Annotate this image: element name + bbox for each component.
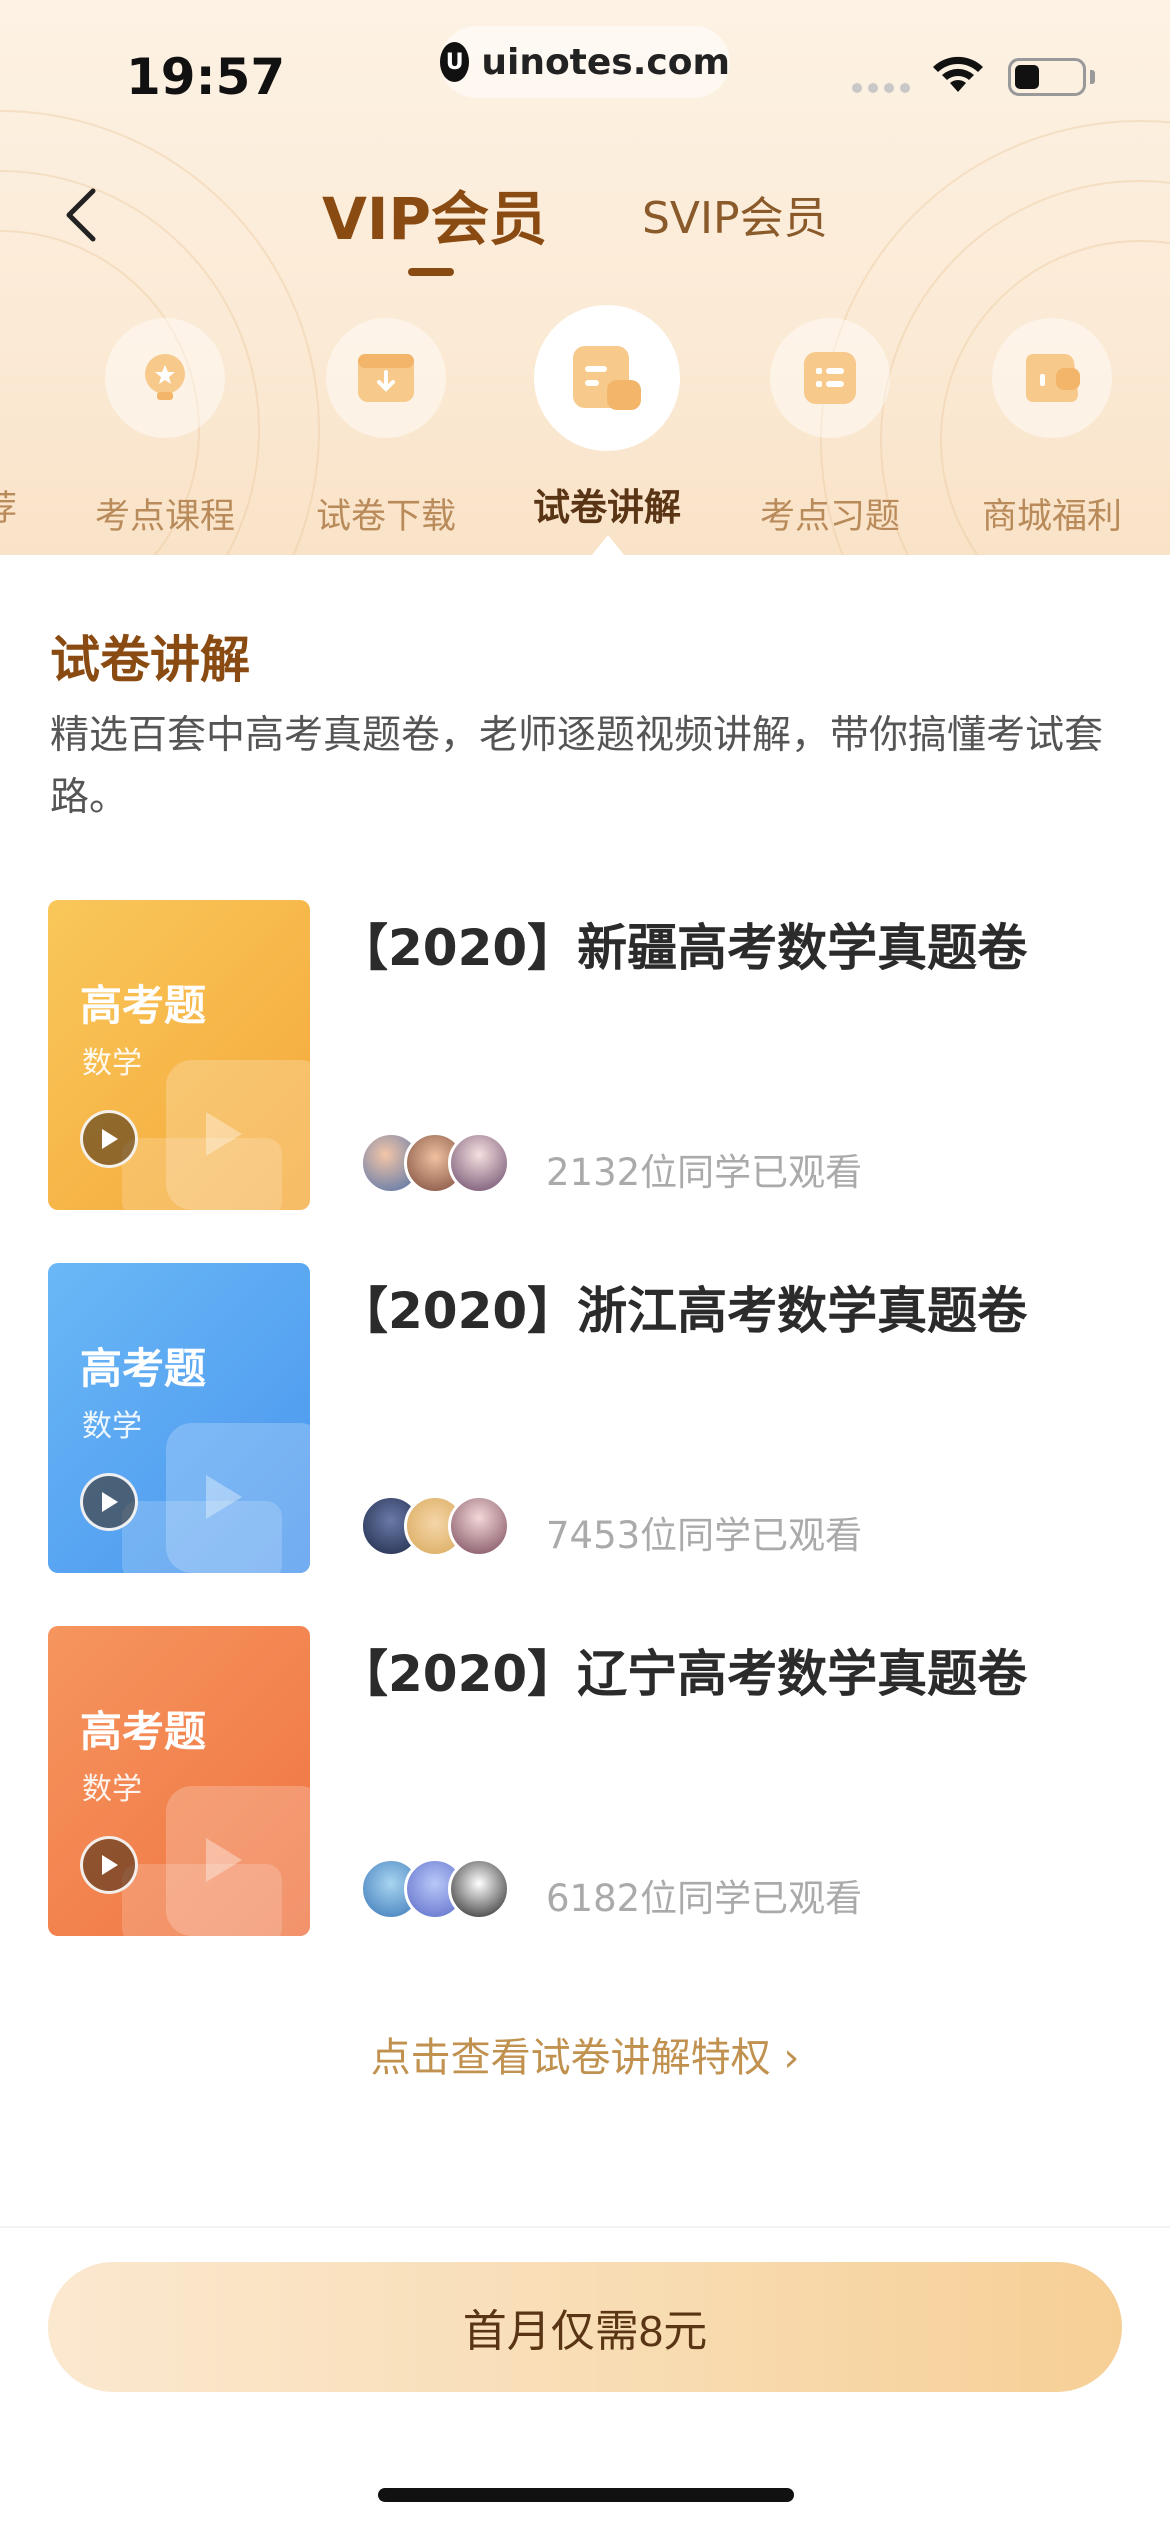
thumbnail-title: 高考题 <box>80 981 207 1030</box>
thumbnail-play-decoration-icon <box>206 1475 242 1519</box>
url-pill[interactable]: U uinotes.com <box>440 26 730 98</box>
exercise-list-icon <box>770 318 890 438</box>
category-exercise[interactable]: 考点习题 <box>740 300 920 539</box>
section-description: 精选百套中高考真题卷，老师逐题视频讲解，带你搞懂考试套路。 <box>50 713 1104 820</box>
thumbnail-play-decoration-icon <box>206 1838 242 1882</box>
category-row: 荐 考点课程 试卷下载 <box>0 300 1170 550</box>
paper-card[interactable]: 高考题 数学 【2020】浙江高考数学真题卷 7453位同学已观看 <box>48 1263 1128 1575</box>
viewer-count: 2132位同学已观看 <box>546 1151 863 1194</box>
url-text: uinotes.com <box>481 41 730 83</box>
viewer-count: 7453位同学已观看 <box>546 1514 863 1557</box>
category-download[interactable]: 试卷下载 <box>296 300 476 539</box>
divider <box>0 2226 1170 2228</box>
category-label: 试卷下载 <box>315 497 456 537</box>
paper-thumbnail: 高考题 数学 <box>48 1626 310 1936</box>
viewer-avatars <box>360 1858 520 1924</box>
paper-title: 【2020】新疆高考数学真题卷 <box>338 919 1028 977</box>
vip-header: 19:57 U uinotes.com VIP会员 SVIP会员 荐 <box>0 0 1170 555</box>
paper-title: 【2020】浙江高考数学真题卷 <box>338 1282 1028 1340</box>
avatar <box>448 1495 510 1557</box>
tab-active-indicator <box>408 268 454 276</box>
avatar <box>448 1858 510 1920</box>
thumbnail-subject: 数学 <box>82 1046 142 1081</box>
privilege-link[interactable]: 点击查看试卷讲解特权 › <box>0 2025 1170 2083</box>
thumbnail-decoration <box>122 1501 282 1573</box>
tab-vip[interactable]: VIP会员 <box>322 172 547 256</box>
paper-thumbnail: 高考题 数学 <box>48 1263 310 1573</box>
download-box-icon <box>326 318 446 438</box>
battery-icon <box>1008 58 1086 96</box>
subscribe-button[interactable]: 首月仅需8元 <box>48 2262 1122 2392</box>
thumbnail-decoration <box>122 1138 282 1210</box>
category-explain[interactable]: 试卷讲解 <box>517 300 697 531</box>
category-label: 商城福利 <box>981 497 1122 537</box>
play-icon[interactable] <box>80 1836 138 1894</box>
play-icon[interactable] <box>80 1473 138 1531</box>
category-course[interactable]: 考点课程 <box>75 300 255 539</box>
thumbnail-title: 高考题 <box>80 1344 207 1393</box>
avatar <box>448 1132 510 1194</box>
wifi-icon <box>930 56 986 100</box>
cellular-signal-icon <box>852 83 910 93</box>
paper-explain-icon <box>534 305 680 451</box>
thumbnail-subject: 数学 <box>82 1772 142 1807</box>
tab-svip[interactable]: SVIP会员 <box>642 182 828 246</box>
wallet-icon <box>992 318 1112 438</box>
chevron-left-icon <box>66 188 96 242</box>
thumbnail-play-decoration-icon <box>206 1112 242 1156</box>
status-bar: 19:57 U uinotes.com <box>0 0 1170 140</box>
category-label: 考点习题 <box>759 497 900 537</box>
paper-thumbnail: 高考题 数学 <box>48 900 310 1210</box>
home-indicator[interactable] <box>378 2488 794 2502</box>
category-partial-label[interactable]: 荐 <box>0 480 17 531</box>
battery-tip <box>1090 70 1095 84</box>
thumbnail-decoration <box>122 1864 282 1936</box>
viewer-count: 6182位同学已观看 <box>546 1877 863 1920</box>
active-category-pointer <box>592 535 624 555</box>
category-label: 试卷讲解 <box>533 486 681 529</box>
category-mall[interactable]: 商城福利 <box>962 300 1142 539</box>
bulb-icon <box>105 318 225 438</box>
status-time: 19:57 <box>126 48 286 106</box>
play-icon[interactable] <box>80 1110 138 1168</box>
thumbnail-subject: 数学 <box>82 1409 142 1444</box>
category-label: 考点课程 <box>94 497 235 537</box>
viewer-avatars <box>360 1495 520 1561</box>
viewer-avatars <box>360 1132 520 1198</box>
back-button[interactable] <box>50 180 110 250</box>
paper-title: 【2020】辽宁高考数学真题卷 <box>338 1645 1028 1703</box>
paper-card[interactable]: 高考题 数学 【2020】辽宁高考数学真题卷 6182位同学已观看 <box>48 1626 1128 1938</box>
section-title: 试卷讲解 <box>50 631 250 689</box>
site-logo-icon: U <box>440 42 470 82</box>
thumbnail-title: 高考题 <box>80 1707 207 1756</box>
paper-card[interactable]: 高考题 数学 【2020】新疆高考数学真题卷 2132位同学已观看 <box>48 900 1128 1212</box>
